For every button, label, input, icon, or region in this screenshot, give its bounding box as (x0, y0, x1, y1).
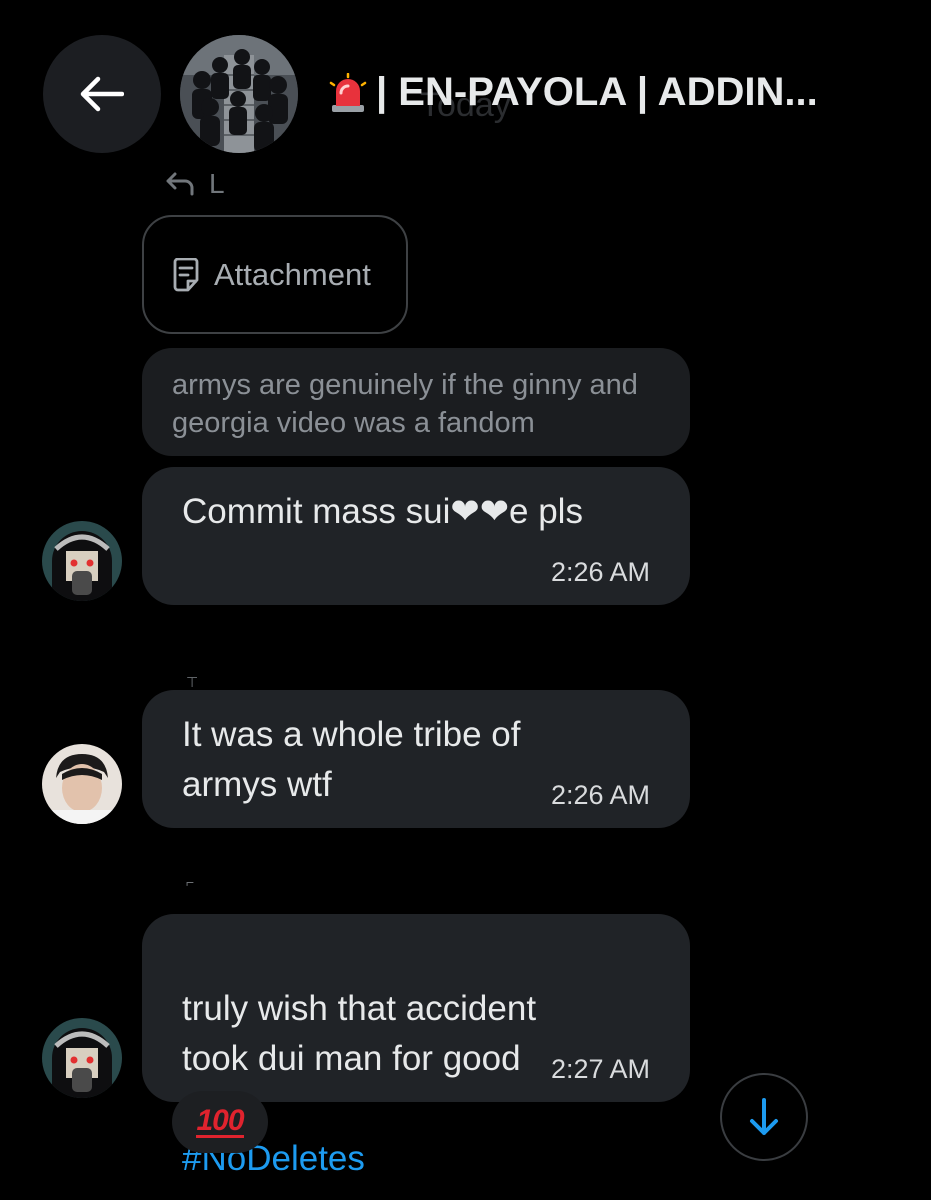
message-timestamp: 2:26 AM (550, 780, 650, 810)
message-text-body: truly wish that accident took dui man fo… (182, 989, 537, 1078)
message-timestamp: 2:27 AM (550, 1054, 650, 1084)
message-text: Commit mass sui❤❤e pls (182, 492, 583, 531)
hundred-points-emoji-icon: 100 (196, 1103, 245, 1138)
message-bubble[interactable]: It was a whole tribe of armys wtf 2:26 A… (142, 690, 690, 828)
sender-avatar[interactable] (42, 744, 122, 824)
hundred-points-reaction[interactable]: 100 (172, 1091, 268, 1153)
arrow-down-icon (750, 1098, 778, 1135)
message-bubble[interactable]: Commit mass sui❤❤e pls 2:26 AM (142, 467, 690, 605)
conversation-title[interactable]: | EN-PAYOLA | ADDIN... (328, 70, 818, 115)
group-avatar[interactable] (180, 35, 298, 153)
quoted-message[interactable]: armys are genuinely if the ginny and geo… (142, 348, 690, 456)
read-marker: ⌐ (186, 874, 195, 890)
arrow-left-icon (80, 76, 124, 112)
sender-avatar[interactable] (42, 521, 122, 601)
siren-icon (328, 72, 368, 113)
message-timestamp: 2:26 AM (550, 557, 650, 587)
scroll-to-bottom-button[interactable] (720, 1073, 808, 1161)
quoted-message-text: armys are genuinely if the ginny and geo… (172, 369, 638, 439)
document-icon (173, 257, 199, 291)
reply-arrow-icon (166, 172, 194, 196)
read-marker: ⊤ (186, 674, 199, 690)
sender-avatar[interactable] (42, 1018, 122, 1098)
attachment-label: Attachment (214, 256, 371, 292)
reply-to-label: L (209, 168, 225, 199)
back-button[interactable] (43, 35, 161, 153)
conversation-title-text: | EN-PAYOLA | ADDIN... (376, 70, 818, 114)
reply-indicator: L (165, 168, 225, 200)
attachment-card[interactable]: Attachment (142, 215, 408, 334)
message-text: It was a whole tribe of armys wtf (182, 715, 521, 804)
group-photo-image (180, 35, 298, 153)
message-bubble[interactable]: truly wish that accident took dui man fo… (142, 914, 690, 1178)
